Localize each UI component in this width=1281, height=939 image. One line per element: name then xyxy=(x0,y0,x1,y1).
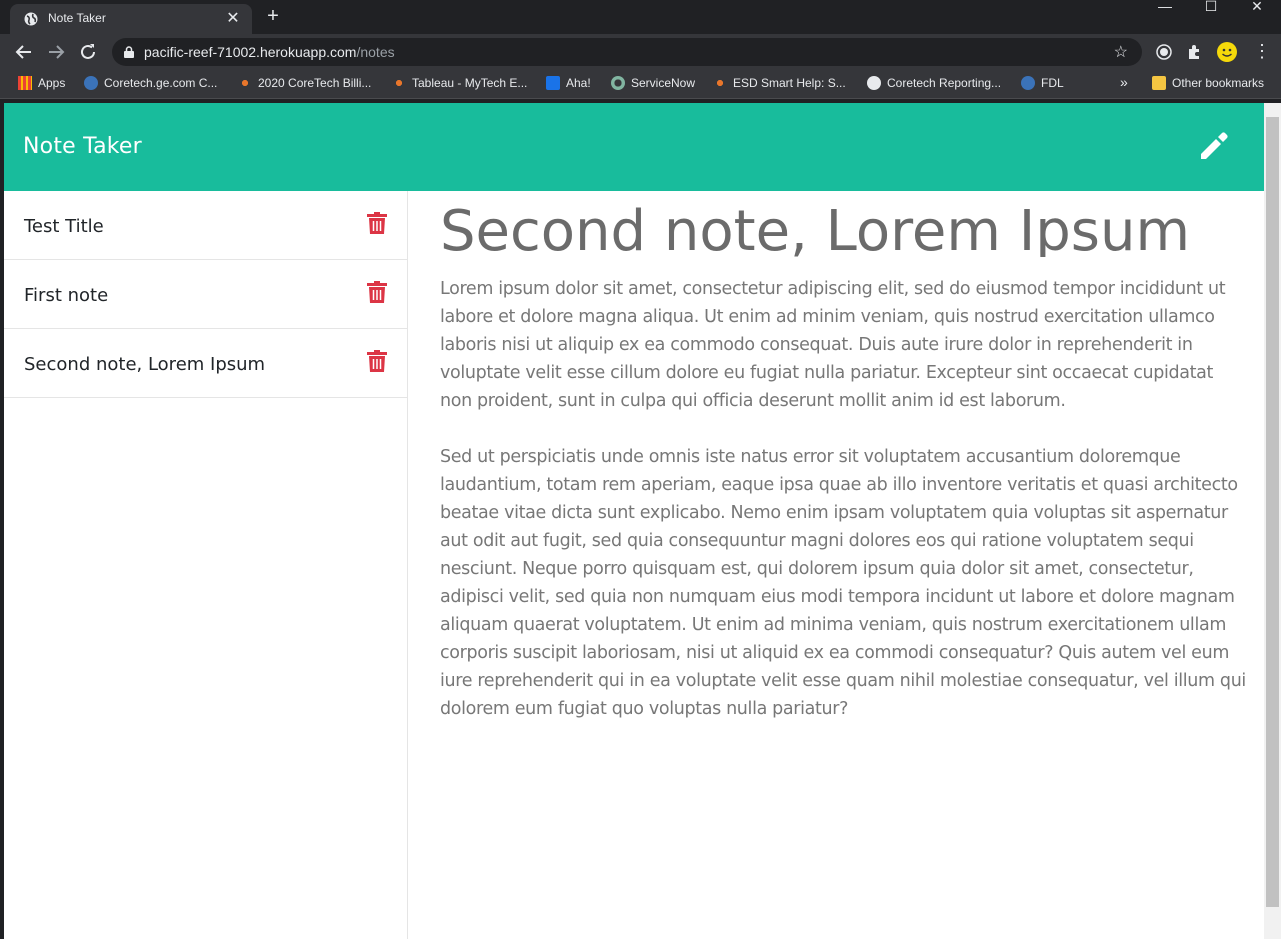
note-editor: Second note, Lorem Ipsum Lorem ipsum dol… xyxy=(408,191,1264,939)
minimize-icon[interactable]: — xyxy=(1142,0,1188,14)
tableau-icon xyxy=(713,76,727,90)
pencil-icon[interactable] xyxy=(1197,129,1231,163)
trash-icon[interactable] xyxy=(367,281,387,303)
address-bar[interactable]: pacific-reef-71002.herokuapp.com/notes ☆ xyxy=(112,38,1142,66)
reload-icon[interactable] xyxy=(76,40,100,64)
extension-record-icon[interactable] xyxy=(1154,42,1174,62)
bookmark-aha[interactable]: Aha! xyxy=(546,76,591,92)
bookmark-coretech-reporting[interactable]: Coretech Reporting... xyxy=(867,76,1001,92)
tableau-icon xyxy=(238,76,252,90)
note-paragraph: Sed ut perspiciatis unde omnis iste natu… xyxy=(440,447,1246,719)
other-bookmarks[interactable]: Other bookmarks xyxy=(1152,76,1264,92)
bookmark-label: Coretech Reporting... xyxy=(887,76,1002,90)
notes-sidebar: Test Title First note Second note, Lorem… xyxy=(4,191,408,939)
note-paragraph: Lorem ipsum dolor sit amet, consectetur … xyxy=(440,279,1226,411)
trash-icon[interactable] xyxy=(367,212,387,234)
apps-grid-icon xyxy=(18,76,32,90)
bookmark-label: Apps xyxy=(38,76,66,90)
profile-smiley-icon[interactable] xyxy=(1216,41,1238,63)
note-list-item[interactable]: First note xyxy=(4,260,407,329)
note-list-title: Second note, Lorem Ipsum xyxy=(24,354,266,375)
maximize-icon[interactable]: ☐ xyxy=(1188,0,1234,14)
note-title-input[interactable]: Second note, Lorem Ipsum xyxy=(440,197,1190,257)
scrollbar-thumb[interactable] xyxy=(1266,117,1279,907)
ge-logo-icon xyxy=(1021,76,1035,90)
note-textarea[interactable]: Lorem ipsum dolor sit amet, consectetur … xyxy=(440,275,1250,751)
aha-icon xyxy=(546,76,560,90)
bookmark-tableau-mytech[interactable]: Tableau - MyTech E... xyxy=(392,76,527,92)
bookmark-apps[interactable]: Apps xyxy=(18,76,65,92)
url-text: pacific-reef-71002.herokuapp.com/notes xyxy=(144,44,395,60)
back-icon[interactable] xyxy=(12,40,36,64)
bookmark-fdl[interactable]: FDL xyxy=(1021,76,1064,92)
bookmark-label: Coretech.ge.com C... xyxy=(104,76,218,90)
bookmarks-overflow-icon[interactable]: » xyxy=(1120,74,1128,90)
note-list-item[interactable]: Second note, Lorem Ipsum xyxy=(4,329,407,398)
note-list-title: Test Title xyxy=(24,216,104,237)
tab-title: Note Taker xyxy=(48,11,106,25)
folder-icon xyxy=(1152,76,1166,90)
bookmark-label: FDL xyxy=(1041,76,1064,90)
browser-toolbar: pacific-reef-71002.herokuapp.com/notes ☆… xyxy=(0,34,1281,70)
trash-icon[interactable] xyxy=(367,350,387,372)
bookmark-coretech-ge[interactable]: Coretech.ge.com C... xyxy=(84,76,217,92)
bookmark-label: ESD Smart Help: S... xyxy=(733,76,846,90)
bookmark-label: Aha! xyxy=(566,76,591,90)
bookmark-esd-smart-help[interactable]: ESD Smart Help: S... xyxy=(713,76,846,92)
url-path: /notes xyxy=(356,44,395,60)
forward-icon[interactable] xyxy=(44,40,68,64)
app-brand[interactable]: Note Taker xyxy=(23,134,142,159)
servicenow-icon xyxy=(611,76,625,90)
note-list-title: First note xyxy=(24,285,109,306)
other-bookmarks-label: Other bookmarks xyxy=(1172,76,1265,90)
app-navbar: Note Taker xyxy=(4,103,1264,191)
note-list-item[interactable]: Test Title xyxy=(4,191,407,260)
new-tab-icon[interactable]: + xyxy=(262,6,284,28)
tableau-icon xyxy=(392,76,406,90)
bookmark-label: ServiceNow xyxy=(631,76,696,90)
page-scrollbar[interactable] xyxy=(1264,103,1281,939)
tab-strip: Note Taker ✕ + — ☐ ✕ xyxy=(0,0,1281,34)
browser-menu-icon[interactable]: ⋮ xyxy=(1252,42,1272,62)
browser-tab[interactable]: Note Taker ✕ xyxy=(10,4,252,34)
globe-icon xyxy=(867,76,881,90)
close-tab-icon[interactable]: ✕ xyxy=(224,10,242,28)
bookmark-servicenow[interactable]: ServiceNow xyxy=(611,76,695,92)
bookmarks-bar: Apps Coretech.ge.com C... 2020 CoreTech … xyxy=(0,70,1281,99)
bookmark-label: 2020 CoreTech Billi... xyxy=(258,76,372,90)
close-window-icon[interactable]: ✕ xyxy=(1234,0,1280,14)
bookmark-star-icon[interactable]: ☆ xyxy=(1114,42,1128,62)
bookmark-coretech-billing[interactable]: 2020 CoreTech Billi... xyxy=(238,76,371,92)
ge-logo-icon xyxy=(84,76,98,90)
extensions-puzzle-icon[interactable] xyxy=(1185,42,1205,62)
bookmark-label: Tableau - MyTech E... xyxy=(412,76,528,90)
globe-icon xyxy=(24,12,38,26)
lock-icon[interactable] xyxy=(124,46,134,58)
page-content: Note Taker Test Title First note Second … xyxy=(4,103,1264,939)
url-host: pacific-reef-71002.herokuapp.com xyxy=(144,44,357,60)
